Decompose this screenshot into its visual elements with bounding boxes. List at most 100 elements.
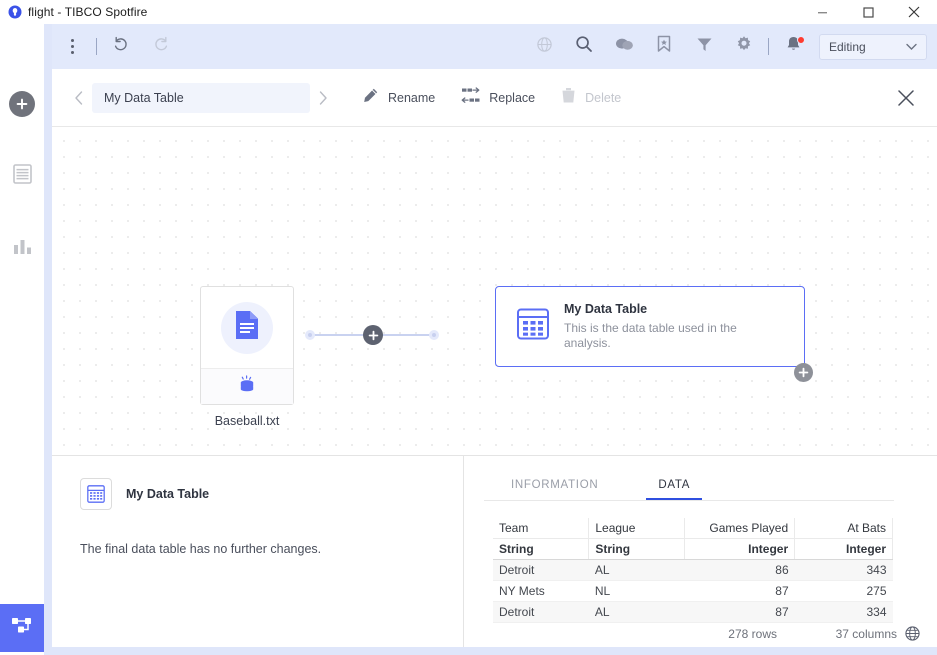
table-header-row: Team League Games Played At Bats [493, 518, 893, 539]
toolbar-menu-button[interactable] [52, 27, 92, 67]
source-node-caption: Baseball.txt [214, 414, 280, 428]
table-row: NY Mets NL 87 275 [493, 580, 893, 602]
database-icon [237, 374, 257, 399]
window-controls [799, 0, 937, 24]
document-icon [234, 310, 260, 345]
settings-button[interactable] [724, 27, 764, 67]
maximize-icon[interactable] [845, 0, 891, 24]
source-node[interactable] [200, 286, 294, 405]
table-row: Detroit AL 86 343 [493, 559, 893, 581]
undo-icon [112, 35, 130, 58]
redo-button[interactable] [141, 27, 181, 67]
table-type-row: String String Integer Integer [493, 538, 893, 560]
spotfire-logo-icon [7, 5, 22, 20]
chevron-down-icon [906, 38, 917, 56]
data-status-bar: 278 rows 37 columns [667, 626, 927, 641]
type-team: String [493, 538, 590, 560]
replace-icon [461, 86, 480, 109]
tab-data[interactable]: DATA [646, 479, 702, 500]
rail-pages-button[interactable] [0, 154, 44, 198]
bar-chart-icon [13, 236, 32, 260]
rename-button[interactable]: Rename [362, 83, 435, 113]
details-title: My Data Table [126, 487, 210, 501]
add-node-button[interactable] [794, 363, 813, 382]
more-vertical-icon [70, 39, 74, 54]
previous-table-button[interactable] [66, 83, 92, 113]
undo-button[interactable] [101, 27, 141, 67]
table-name-value: My Data Table [104, 90, 184, 105]
tab-information[interactable]: INFORMATION [507, 479, 602, 500]
plus-circle-icon [9, 91, 35, 117]
list-rows-icon [12, 163, 32, 189]
globe-icon [536, 36, 553, 58]
main-region: Editing My Data Table Rename Replace Del… [44, 24, 937, 655]
connector-endpoint-target [429, 330, 439, 340]
details-note: The final data table has no further chan… [80, 542, 322, 556]
globe-button[interactable] [524, 27, 564, 67]
replace-label: Replace [489, 90, 536, 105]
toolbar-divider-left [96, 38, 97, 55]
column-count: 37 columns [835, 626, 897, 641]
rail-add-button[interactable] [0, 82, 44, 126]
type-at-bats: Integer [794, 538, 893, 560]
left-rail [0, 24, 44, 655]
notification-badge [797, 35, 805, 44]
column-header-team[interactable]: Team [493, 518, 590, 539]
gear-icon [735, 35, 753, 58]
table-row: Detroit AL 87 334 [493, 601, 893, 623]
mode-label: Editing [829, 39, 866, 54]
details-table-icon [80, 478, 112, 510]
search-icon [575, 35, 593, 58]
column-header-at-bats[interactable]: At Bats [794, 518, 893, 539]
connector-endpoint-source [305, 330, 315, 340]
column-header-league[interactable]: League [588, 518, 686, 539]
mode-dropdown[interactable]: Editing [819, 33, 927, 60]
details-pane: My Data Table The final data table has n… [52, 455, 937, 647]
notifications-button[interactable] [773, 27, 813, 67]
column-header-games-played[interactable]: Games Played [684, 518, 796, 539]
data-canvas-sheet: My Data Table Rename Replace Delete Base… [52, 69, 937, 647]
comments-button[interactable] [604, 27, 644, 67]
node-flow-icon [10, 614, 34, 643]
details-right-panel: INFORMATION DATA Team League Games Playe… [464, 456, 937, 647]
minimize-icon[interactable] [799, 0, 845, 24]
rail-visualizations-button[interactable] [0, 226, 44, 270]
flow-canvas[interactable]: Baseball.txt My Data Table This is the d… [52, 127, 937, 455]
type-league: String [588, 538, 686, 560]
top-toolbar: Editing [52, 24, 937, 69]
replace-button[interactable]: Replace [461, 83, 535, 113]
filter-icon [696, 36, 713, 58]
filter-button[interactable] [684, 27, 724, 67]
globe-icon[interactable] [897, 626, 927, 641]
search-button[interactable] [564, 27, 604, 67]
comments-icon [615, 36, 634, 58]
delete-button[interactable]: Delete [561, 83, 621, 113]
window-title: flight - TIBCO Spotfire [28, 5, 148, 19]
table-grid-icon [516, 307, 550, 346]
data-table-node-title: My Data Table [564, 302, 648, 316]
data-table-action-bar: My Data Table Rename Replace Delete [52, 69, 937, 127]
row-count: 278 rows [728, 626, 777, 641]
add-transformation-button[interactable] [363, 325, 383, 345]
bookmark-button[interactable] [644, 27, 684, 67]
spotfire-window: flight - TIBCO Spotfire Editing My Data … [0, 0, 937, 655]
redo-icon [152, 35, 170, 58]
flow-connector [305, 325, 439, 345]
type-games-played: Integer [684, 538, 796, 560]
toolbar-divider-right [768, 38, 769, 55]
close-data-canvas-button[interactable] [891, 83, 921, 113]
title-bar: flight - TIBCO Spotfire [0, 0, 937, 24]
rail-data-canvas-button[interactable] [0, 604, 44, 652]
table-name-field[interactable]: My Data Table [92, 82, 310, 113]
details-tabs: INFORMATION DATA [464, 456, 937, 500]
details-left-panel: My Data Table The final data table has n… [52, 456, 463, 647]
data-table-node-description: This is the data table used in the analy… [564, 321, 737, 350]
data-preview-table: Team League Games Played At Bats String … [493, 518, 893, 623]
rename-label: Rename [388, 90, 436, 105]
next-table-button[interactable] [310, 83, 336, 113]
delete-label: Delete [585, 90, 622, 105]
trash-icon [561, 87, 576, 109]
close-icon[interactable] [891, 0, 937, 24]
bookmark-icon [656, 35, 672, 58]
data-table-node[interactable]: My Data Table This is the data table use… [495, 286, 805, 367]
